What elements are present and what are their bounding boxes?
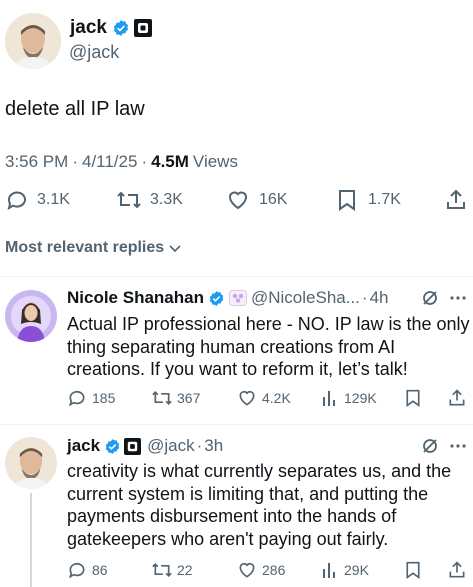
meta-separator: · bbox=[361, 288, 368, 307]
views-icon bbox=[323, 563, 335, 578]
bookmark-button[interactable]: 1.7K bbox=[336, 188, 401, 212]
verified-badge-icon bbox=[112, 19, 130, 37]
bookmark-icon bbox=[339, 190, 355, 211]
more-icon bbox=[450, 296, 466, 300]
reply-author-handle[interactable]: @jack bbox=[147, 436, 195, 456]
like-icon bbox=[239, 562, 255, 578]
reply-icon bbox=[7, 191, 26, 211]
meta-separator: · bbox=[72, 152, 78, 171]
more-button[interactable] bbox=[449, 289, 467, 307]
avatar[interactable] bbox=[5, 437, 57, 489]
views-count: 129K bbox=[344, 390, 377, 406]
retweet-count: 367 bbox=[177, 390, 201, 406]
retweet-button[interactable]: 3.3K bbox=[116, 188, 183, 212]
reply-header: jack @jack · 3h bbox=[67, 435, 223, 457]
bookmark-button[interactable] bbox=[404, 560, 422, 580]
share-button[interactable] bbox=[447, 388, 467, 408]
reply-button[interactable]: 3.1K bbox=[5, 188, 70, 212]
reply-icon bbox=[69, 562, 85, 579]
bookmark-icon bbox=[406, 561, 420, 579]
author-handle[interactable]: @jack bbox=[69, 42, 119, 63]
share-icon bbox=[449, 389, 465, 406]
views-button[interactable]: 29K bbox=[321, 560, 369, 580]
replies-sort-dropdown[interactable]: Most relevant replies bbox=[5, 239, 183, 257]
verified-badge-icon bbox=[208, 290, 225, 307]
more-button[interactable] bbox=[449, 437, 467, 455]
reply-button[interactable]: 185 bbox=[67, 388, 115, 408]
like-button[interactable]: 4.2K bbox=[237, 388, 291, 408]
like-count: 286 bbox=[262, 562, 286, 578]
avatar[interactable] bbox=[5, 13, 61, 69]
like-button[interactable]: 16K bbox=[226, 188, 287, 212]
verified-badge-icon bbox=[104, 438, 121, 455]
reply-author-name[interactable]: Nicole Shanahan bbox=[67, 288, 204, 308]
tweet-text: delete all IP law bbox=[5, 98, 145, 120]
author-name-row: jack bbox=[70, 15, 152, 41]
bookmark-count: 1.7K bbox=[368, 191, 401, 208]
retweet-icon bbox=[117, 191, 141, 209]
reply-count: 86 bbox=[92, 562, 108, 578]
bookmark-icon bbox=[406, 389, 420, 407]
retweet-count: 3.3K bbox=[150, 191, 183, 208]
reply-author-handle[interactable]: @NicoleSha... bbox=[251, 288, 360, 308]
views-button[interactable]: 129K bbox=[321, 388, 377, 408]
meta-separator: · bbox=[141, 152, 148, 171]
reply-count: 3.1K bbox=[37, 191, 70, 208]
views-count: 4.5M bbox=[151, 152, 189, 171]
retweet-button[interactable]: 367 bbox=[151, 388, 200, 408]
avatar[interactable] bbox=[5, 290, 57, 342]
reply-age[interactable]: 3h bbox=[204, 436, 223, 456]
affiliation-badge-icon bbox=[228, 290, 247, 306]
square-badge-icon bbox=[124, 437, 142, 455]
views-icon bbox=[323, 391, 335, 406]
meta-separator: · bbox=[196, 436, 203, 455]
like-count: 16K bbox=[259, 191, 288, 208]
reply-text: Actual IP professional here - NO. IP law… bbox=[67, 314, 470, 379]
replies-sort-label: Most relevant replies bbox=[5, 239, 165, 256]
retweet-icon bbox=[152, 390, 172, 406]
grok-button[interactable] bbox=[421, 437, 439, 455]
reply-text: creativity is what currently separates u… bbox=[67, 461, 452, 549]
chevron-down-icon bbox=[169, 245, 181, 253]
reply-author-name[interactable]: jack bbox=[67, 436, 100, 456]
grok-icon bbox=[423, 439, 437, 453]
divider bbox=[0, 424, 473, 425]
bookmark-button[interactable] bbox=[404, 388, 422, 408]
share-button[interactable] bbox=[447, 560, 467, 580]
grok-button[interactable] bbox=[421, 289, 439, 307]
author-name[interactable]: jack bbox=[70, 17, 107, 39]
reply-icon bbox=[69, 390, 85, 407]
retweet-icon bbox=[152, 562, 172, 578]
share-button[interactable] bbox=[444, 188, 468, 212]
tweet-meta: 3:56 PM · 4/11/25 · 4.5M Views bbox=[5, 152, 238, 172]
tweet-date[interactable]: 4/11/25 bbox=[82, 152, 137, 172]
square-badge-icon bbox=[133, 19, 152, 37]
retweet-count: 22 bbox=[177, 562, 193, 578]
like-icon bbox=[228, 191, 248, 210]
share-icon bbox=[447, 189, 465, 209]
retweet-button[interactable]: 22 bbox=[151, 560, 193, 580]
tweet-time[interactable]: 3:56 PM bbox=[5, 152, 68, 172]
more-icon bbox=[450, 444, 466, 448]
thread-line bbox=[30, 493, 32, 587]
share-icon bbox=[449, 561, 465, 578]
divider bbox=[0, 276, 473, 277]
reply-count: 185 bbox=[92, 390, 116, 406]
like-count: 4.2K bbox=[262, 390, 291, 406]
reply-button[interactable]: 86 bbox=[67, 560, 108, 580]
views-count: 29K bbox=[344, 562, 369, 578]
reply-header: Nicole Shanahan @NicoleSha... · 4h bbox=[67, 287, 389, 309]
reply-age[interactable]: 4h bbox=[370, 288, 389, 308]
grok-icon bbox=[423, 291, 437, 305]
views-label: Views bbox=[192, 152, 238, 171]
like-button[interactable]: 286 bbox=[237, 560, 285, 580]
like-icon bbox=[239, 390, 255, 406]
